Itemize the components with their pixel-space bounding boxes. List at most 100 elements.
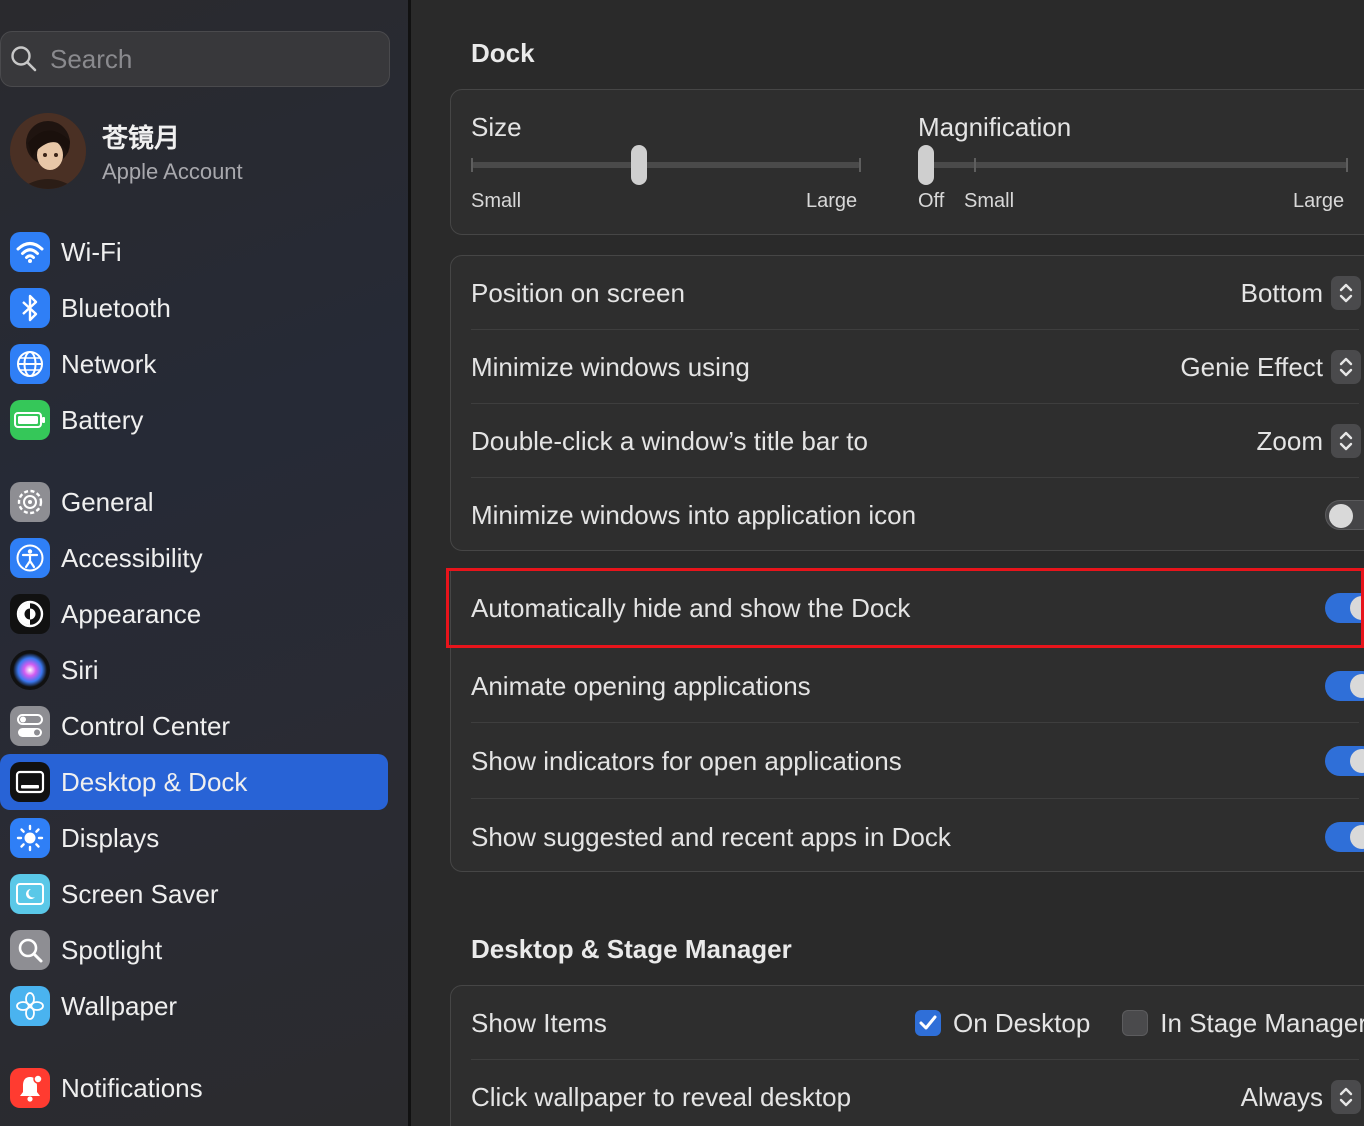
- click-wallpaper-value: Always: [1240, 1081, 1323, 1112]
- sidebar-item-label: Notifications: [61, 1072, 203, 1103]
- position-popup[interactable]: Bottom: [1241, 276, 1361, 310]
- dock-section-title: Dock: [471, 38, 535, 68]
- wifi-icon: [10, 232, 50, 272]
- chevron-up-down-icon: [1331, 1080, 1361, 1114]
- on-desktop-checkbox[interactable]: On Desktop: [915, 1008, 1090, 1039]
- minimize-into-icon-toggle[interactable]: [1325, 500, 1364, 530]
- minimize-using-row: Minimize windows using Genie Effect: [471, 330, 1361, 404]
- toggle-knob: [1350, 825, 1364, 849]
- dock-size-card: Size Small Large Magnification Off Small…: [450, 89, 1364, 235]
- sidebar-item-label: Battery: [61, 404, 144, 435]
- in-stage-manager-checkbox[interactable]: In Stage Manager: [1122, 1008, 1364, 1039]
- sidebar-item-wallpaper[interactable]: Wallpaper: [0, 978, 388, 1034]
- dock-icon: [10, 762, 50, 802]
- show-items-label: Show Items: [471, 1007, 607, 1038]
- animate-toggle[interactable]: [1325, 671, 1364, 701]
- sidebar-item-network[interactable]: Network: [0, 336, 388, 392]
- battery-icon: [10, 400, 50, 440]
- sidebar-item-battery[interactable]: Battery: [0, 392, 388, 448]
- animate-row: Animate opening applications: [471, 648, 1364, 724]
- sidebar-item-appearance[interactable]: Appearance: [0, 586, 388, 642]
- sidebar: 苍镜月 Apple Account Wi-Fi Bluetooth Networ…: [0, 0, 408, 1126]
- size-max-label: Large: [806, 190, 858, 212]
- search-input[interactable]: [50, 43, 350, 75]
- sun-icon: [10, 818, 50, 858]
- double-click-row: Double-click a window’s title bar to Zoo…: [471, 404, 1361, 478]
- apple-account[interactable]: 苍镜月 Apple Account: [10, 112, 390, 190]
- sidebar-item-displays[interactable]: Displays: [0, 810, 388, 866]
- magnification-slider-thumb[interactable]: [918, 145, 934, 185]
- position-row: Position on screen Bottom: [471, 256, 1361, 330]
- magnification-slider[interactable]: [918, 145, 1348, 185]
- accessibility-icon: [10, 538, 50, 578]
- chevron-up-down-icon: [1331, 424, 1361, 458]
- stage-section-title: Desktop & Stage Manager: [471, 934, 792, 964]
- sidebar-item-label: Appearance: [61, 598, 202, 629]
- siri-icon: [10, 650, 50, 690]
- sidebar-item-label: Spotlight: [61, 934, 163, 965]
- double-click-label: Double-click a window’s title bar to: [471, 425, 868, 456]
- sidebar-item-general[interactable]: General: [0, 474, 388, 530]
- account-name: 苍镜月: [102, 122, 181, 153]
- size-min-label: Small: [471, 190, 522, 212]
- in-stage-manager-label: In Stage Manager: [1160, 1007, 1364, 1038]
- globe-icon: [10, 344, 50, 384]
- magnification-max-label: Large: [1293, 190, 1345, 212]
- magnification-slider-track: [918, 162, 1348, 168]
- suggested-label: Show suggested and recent apps in Dock: [471, 821, 951, 852]
- sidebar-item-label: Screen Saver: [61, 878, 219, 909]
- indicators-toggle[interactable]: [1325, 746, 1364, 776]
- chevron-up-down-icon: [1331, 276, 1361, 310]
- double-click-popup[interactable]: Zoom: [1257, 424, 1361, 458]
- position-value: Bottom: [1240, 277, 1323, 308]
- suggested-toggle[interactable]: [1325, 822, 1364, 852]
- sidebar-item-label: Wallpaper: [61, 990, 178, 1021]
- sidebar-item-notifications[interactable]: Notifications: [0, 1060, 388, 1116]
- magnification-slider-tick: [974, 158, 976, 172]
- sidebar-item-desktop-dock[interactable]: Desktop & Dock: [0, 754, 388, 810]
- magnification-min-label: Small: [964, 190, 1015, 212]
- sidebar-item-label: Desktop & Dock: [61, 766, 248, 797]
- chevron-up-down-icon: [1331, 350, 1361, 384]
- sidebar-item-label: Bluetooth: [61, 292, 171, 323]
- sidebar-item-label: Network: [61, 348, 157, 379]
- toggle-knob: [1329, 504, 1353, 528]
- size-slider-tick: [471, 158, 473, 172]
- minimize-into-icon-label: Minimize windows into application icon: [471, 499, 917, 530]
- gear-icon: [10, 482, 50, 522]
- control-center-icon: [10, 706, 50, 746]
- bell-icon: [10, 1068, 50, 1108]
- account-subtitle: Apple Account: [102, 158, 243, 184]
- size-label: Size: [471, 112, 522, 142]
- indicators-label: Show indicators for open applications: [471, 745, 902, 776]
- sidebar-item-control-center[interactable]: Control Center: [0, 698, 388, 754]
- sidebar-item-siri[interactable]: Siri: [0, 642, 388, 698]
- stage-card: Show Items On Desktop In Stage Manager C…: [450, 985, 1364, 1126]
- toggle-knob: [1350, 749, 1364, 773]
- highlight-box: [446, 568, 1364, 648]
- position-label: Position on screen: [471, 277, 685, 308]
- animate-label: Animate opening applications: [471, 670, 811, 701]
- minimize-into-icon-row: Minimize windows into application icon: [471, 478, 1364, 552]
- size-slider[interactable]: [471, 145, 861, 185]
- suggested-row: Show suggested and recent apps in Dock: [471, 799, 1364, 875]
- sidebar-item-accessibility[interactable]: Accessibility: [0, 530, 388, 586]
- bluetooth-icon: [10, 288, 50, 328]
- sidebar-item-spotlight[interactable]: Spotlight: [0, 922, 388, 978]
- sidebar-item-label: General: [61, 486, 154, 517]
- click-wallpaper-label: Click wallpaper to reveal desktop: [471, 1081, 852, 1112]
- indicators-row: Show indicators for open applications: [471, 723, 1364, 799]
- search-field[interactable]: [0, 31, 390, 87]
- click-wallpaper-popup[interactable]: Always: [1241, 1080, 1361, 1114]
- sidebar-item-label: Control Center: [61, 710, 231, 741]
- sidebar-item-wifi[interactable]: Wi-Fi: [0, 224, 388, 280]
- appearance-icon: [10, 594, 50, 634]
- sidebar-item-bluetooth[interactable]: Bluetooth: [0, 280, 388, 336]
- sidebar-item-screen-saver[interactable]: Screen Saver: [0, 866, 388, 922]
- minimize-using-popup[interactable]: Genie Effect: [1180, 350, 1361, 384]
- magnification-off-label: Off: [918, 190, 945, 212]
- magnification-label: Magnification: [918, 112, 1072, 142]
- show-items-row: Show Items On Desktop In Stage Manager: [471, 986, 1364, 1060]
- size-slider-thumb[interactable]: [631, 145, 647, 185]
- avatar: [10, 113, 86, 189]
